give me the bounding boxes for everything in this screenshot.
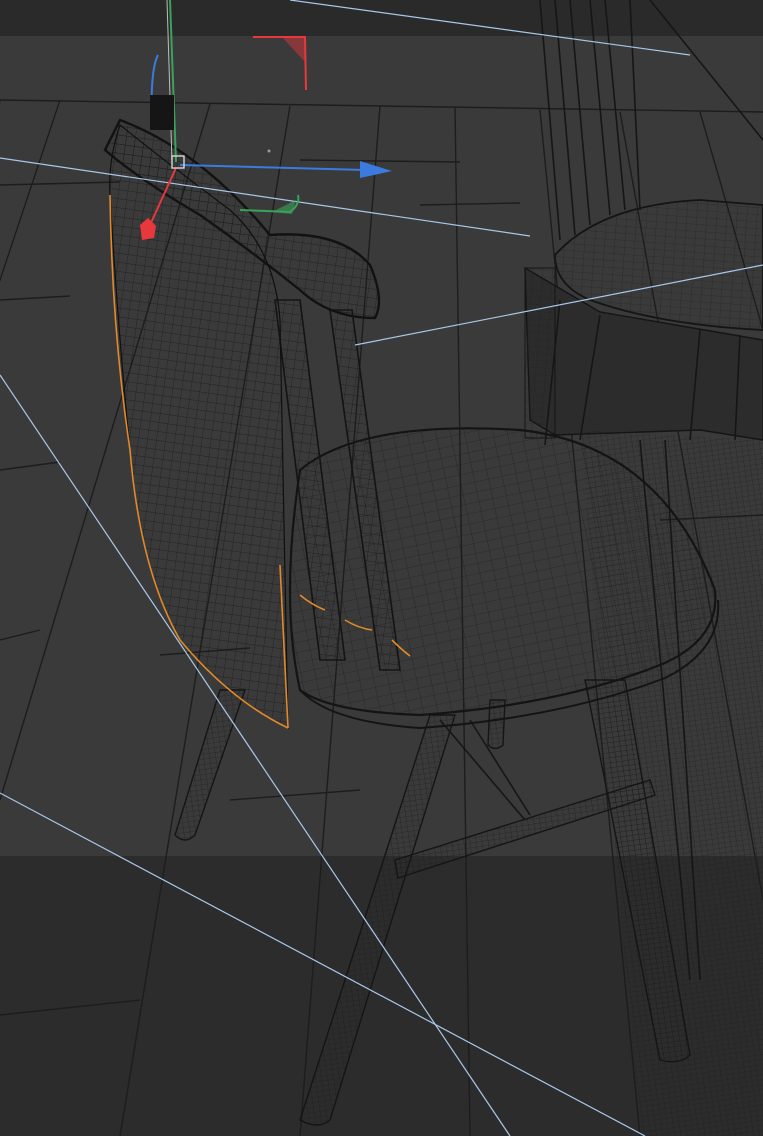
letterbox-top (0, 0, 763, 36)
3d-viewport[interactable] (0, 0, 763, 1136)
